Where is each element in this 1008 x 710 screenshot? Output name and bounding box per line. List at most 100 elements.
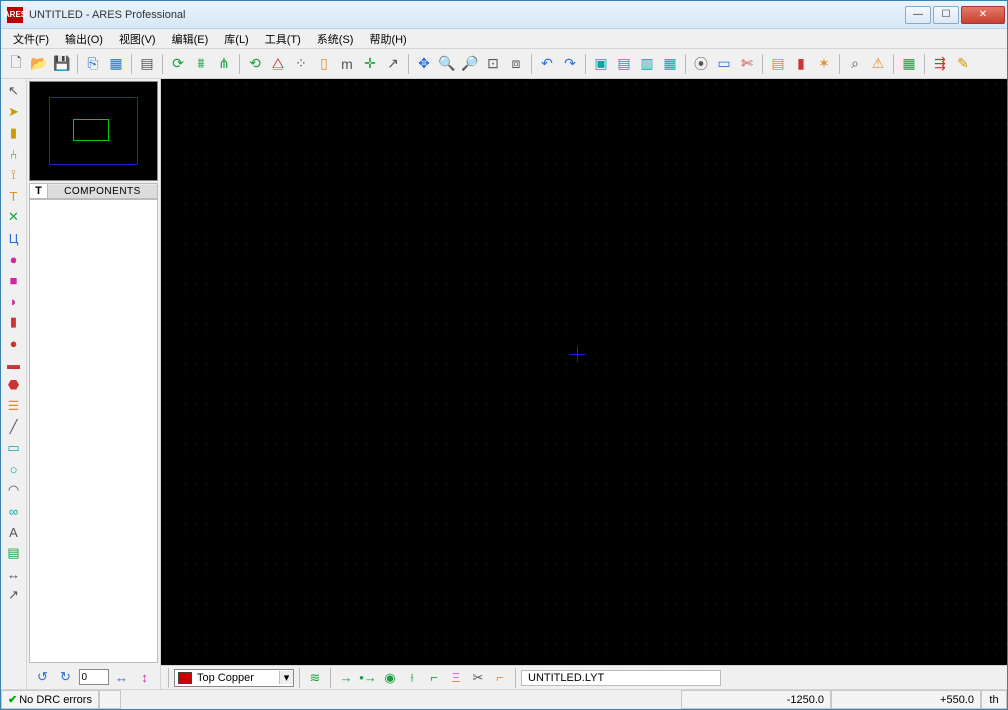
coord-unit[interactable]: th xyxy=(981,690,1007,709)
dimension-tool-icon[interactable]: ↔ xyxy=(3,564,25,584)
padstack-tool-icon[interactable]: ☰ xyxy=(3,396,25,416)
menu-库(L)[interactable]: 库(L) xyxy=(216,29,256,49)
select-tool-icon[interactable]: ↖ xyxy=(3,81,25,101)
minimize-button[interactable]: — xyxy=(905,6,931,24)
block-copy-icon[interactable]: ▣ xyxy=(590,53,612,75)
ratsnest-tool-icon[interactable]: ✕ xyxy=(3,207,25,227)
redraw-icon[interactable]: ⟲ xyxy=(244,53,266,75)
conn-hilite-tool-icon[interactable]: Ц xyxy=(3,228,25,248)
box-tool-icon[interactable]: ▭ xyxy=(3,438,25,458)
trace-angle-icon[interactable]: ⌐ xyxy=(424,669,444,687)
zoom-in-icon[interactable]: 🔍 xyxy=(436,53,458,75)
new-file-icon[interactable]: 🗋 xyxy=(5,53,27,75)
layers-icon[interactable]: ▯ xyxy=(313,53,335,75)
angle-input[interactable] xyxy=(79,669,109,685)
menu-文件(F)[interactable]: 文件(F) xyxy=(5,29,57,49)
connectivity-icon[interactable]: ✶ xyxy=(813,53,835,75)
smd-poly-tool-icon[interactable]: ⬣ xyxy=(3,375,25,395)
route-corner-icon[interactable]: ⌐ xyxy=(490,669,510,687)
zoom-area-icon[interactable]: ⧈ xyxy=(505,53,527,75)
pad-square-tool-icon[interactable]: ■ xyxy=(3,270,25,290)
highlight-icon[interactable]: ▮ xyxy=(790,53,812,75)
rotate-ccw-icon[interactable]: ↺ xyxy=(33,668,53,686)
block-rotate-icon[interactable]: ▥ xyxy=(636,53,658,75)
pick-icon[interactable]: ⦿ xyxy=(690,53,712,75)
cursor-origin-icon[interactable]: ↗ xyxy=(382,53,404,75)
origin-icon[interactable]: ✛ xyxy=(359,53,381,75)
main-toolbar: 🗋📂💾⎘▦▤⟳⩩⋔⟲⧋⁘▯m✛↗✥🔍🔎⊡⧈↶↷▣▤▥▦⦿▭✄▤▮✶⌕⚠▦⇶✎ xyxy=(1,49,1007,79)
components-tab[interactable]: T xyxy=(30,184,48,198)
metric-icon[interactable]: m xyxy=(336,53,358,75)
auto-trace-neck-icon[interactable]: Ξ xyxy=(446,669,466,687)
menu-视图(V)[interactable]: 视图(V) xyxy=(111,29,164,49)
menu-编辑(E)[interactable]: 编辑(E) xyxy=(164,29,217,49)
mirror-y-icon[interactable]: ↕ xyxy=(135,668,155,686)
print-icon[interactable]: ▤ xyxy=(136,53,158,75)
track-tool-icon[interactable]: ⑃ xyxy=(3,144,25,164)
close-button[interactable]: ✕ xyxy=(961,6,1005,24)
pan-icon[interactable]: ✥ xyxy=(413,53,435,75)
route-edit-icon[interactable]: ✎ xyxy=(952,53,974,75)
menu-帮助(H)[interactable]: 帮助(H) xyxy=(361,29,414,49)
layer-stack-icon[interactable]: ≋ xyxy=(305,669,325,687)
drc-status[interactable]: ✔ No DRC errors xyxy=(1,690,99,709)
filter-icon[interactable]: ⩩ xyxy=(190,53,212,75)
force-vector-icon[interactable]: •→ xyxy=(358,669,378,687)
text-tool-icon[interactable]: A xyxy=(3,522,25,542)
separator xyxy=(299,668,300,688)
autoplace-icon[interactable]: ▦ xyxy=(898,53,920,75)
circle-tool-icon[interactable]: ○ xyxy=(3,459,25,479)
smd-round-tool-icon[interactable]: ● xyxy=(3,333,25,353)
pad-round-tool-icon[interactable]: ● xyxy=(3,249,25,269)
decompose-icon[interactable]: ✄ xyxy=(736,53,758,75)
rotate-cw-icon[interactable]: ↻ xyxy=(56,668,76,686)
smd-rect-tool-icon[interactable]: ▬ xyxy=(3,354,25,374)
ratsnest-toggle-icon[interactable]: → xyxy=(336,669,356,687)
component-tool-icon[interactable]: ➤ xyxy=(3,102,25,122)
drc-icon[interactable]: ⚠ xyxy=(867,53,889,75)
chevron-down-icon[interactable]: ▾ xyxy=(279,671,293,684)
pad-edge-tool-icon[interactable]: ▮ xyxy=(3,312,25,332)
layer-selector[interactable]: Top Copper▾ xyxy=(174,669,294,687)
arc-tool-icon[interactable]: ◠ xyxy=(3,480,25,500)
overview-window[interactable] xyxy=(29,81,158,181)
search-icon[interactable]: ⌕ xyxy=(844,53,866,75)
pad-dshape-tool-icon[interactable]: ◗ xyxy=(3,291,25,311)
trace-style-icon[interactable]: ⟊ xyxy=(402,669,422,687)
components-list[interactable] xyxy=(29,199,158,663)
save-file-icon[interactable]: 💾 xyxy=(51,53,73,75)
line-tool-icon[interactable]: ╱ xyxy=(3,417,25,437)
open-file-icon[interactable]: 📂 xyxy=(28,53,50,75)
world-icon[interactable]: ◉ xyxy=(380,669,400,687)
area-icon[interactable]: ▦ xyxy=(105,53,127,75)
main-area: ↖➤▮⑃⟟T✕Ц●■◗▮●▬⬣☰╱▭○◠∞A▤↔↗ T COMPONENTS ↺… xyxy=(1,79,1007,689)
mirror-x-icon[interactable]: ↔ xyxy=(112,668,132,686)
menu-系统(S)[interactable]: 系统(S) xyxy=(309,29,362,49)
menu-工具(T)[interactable]: 工具(T) xyxy=(257,29,309,49)
marker-tool-icon[interactable]: ↗ xyxy=(3,585,25,605)
make-pkg-icon[interactable]: ▭ xyxy=(713,53,735,75)
zone-tool-icon[interactable]: T xyxy=(3,186,25,206)
toggle-x-icon[interactable]: ▤ xyxy=(767,53,789,75)
symbol-tool-icon[interactable]: ▤ xyxy=(3,543,25,563)
zoom-out-icon[interactable]: 🔎 xyxy=(459,53,481,75)
undo-icon[interactable]: ↶ xyxy=(536,53,558,75)
net-icon[interactable]: ⋔ xyxy=(213,53,235,75)
autoroute-icon[interactable]: ⇶ xyxy=(929,53,951,75)
import-icon[interactable]: ⎘ xyxy=(82,53,104,75)
flip-icon[interactable]: ⧋ xyxy=(267,53,289,75)
block-delete-icon[interactable]: ▦ xyxy=(659,53,681,75)
block-move-icon[interactable]: ▤ xyxy=(613,53,635,75)
maximize-button[interactable]: ☐ xyxy=(933,6,959,24)
editing-canvas[interactable] xyxy=(161,79,1007,665)
zone-refresh-icon[interactable]: ⟳ xyxy=(167,53,189,75)
path-tool-icon[interactable]: ∞ xyxy=(3,501,25,521)
origin-cross-icon xyxy=(577,346,578,362)
zoom-all-icon[interactable]: ⊡ xyxy=(482,53,504,75)
grid-dots-icon[interactable]: ⁘ xyxy=(290,53,312,75)
via-tool-icon[interactable]: ⟟ xyxy=(3,165,25,185)
package-tool-icon[interactable]: ▮ xyxy=(3,123,25,143)
redo-icon[interactable]: ↷ xyxy=(559,53,581,75)
auto-track-icon[interactable]: ✂ xyxy=(468,669,488,687)
menu-输出(O)[interactable]: 输出(O) xyxy=(57,29,111,49)
